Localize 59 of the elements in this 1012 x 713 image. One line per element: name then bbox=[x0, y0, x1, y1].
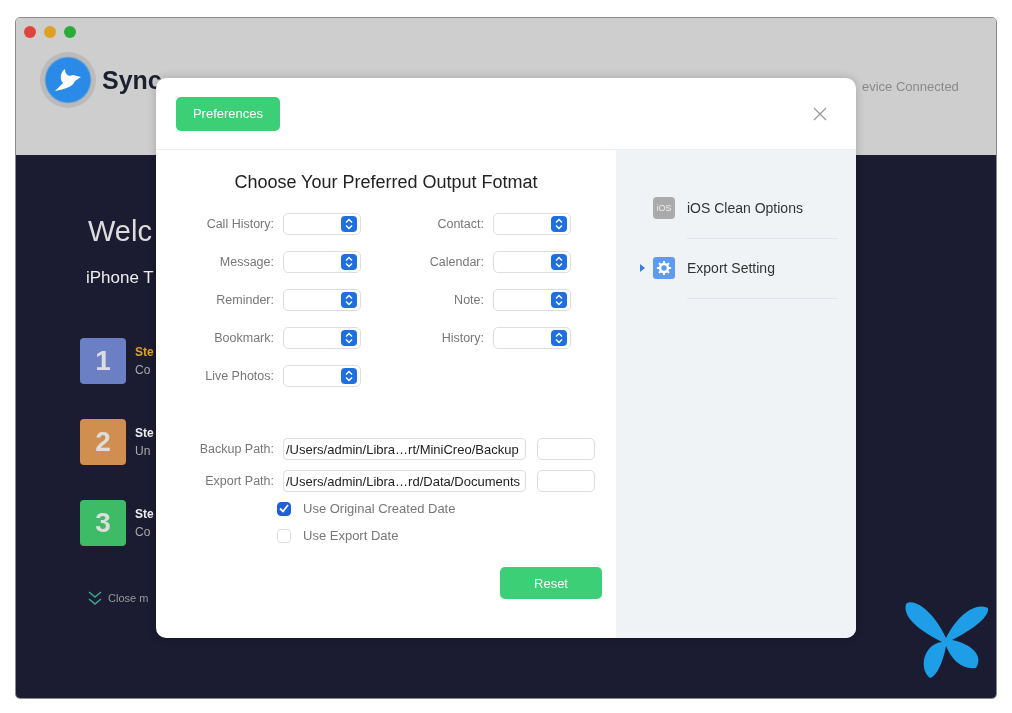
step-number: 1 bbox=[80, 338, 126, 384]
stepper-icon bbox=[341, 330, 357, 346]
format-dropdown[interactable] bbox=[283, 289, 361, 311]
sidebar-item[interactable]: iOS iOS Clean Options bbox=[653, 178, 838, 238]
browse-field[interactable] bbox=[537, 438, 595, 460]
format-label: Contact: bbox=[436, 217, 485, 231]
format-label: Note: bbox=[453, 293, 485, 307]
welcome-title: Welc bbox=[88, 215, 152, 248]
step-title: Ste bbox=[135, 426, 154, 440]
option-label: Use Export Date bbox=[303, 528, 399, 543]
stepper-icon bbox=[341, 292, 357, 308]
step-description: Co bbox=[135, 525, 151, 539]
close-window-icon[interactable] bbox=[24, 26, 36, 38]
format-label: Message: bbox=[218, 255, 275, 269]
stepper-icon bbox=[551, 292, 567, 308]
close-icon[interactable] bbox=[812, 105, 828, 122]
format-label: Bookmark: bbox=[213, 331, 275, 345]
subtitle: iPhone T bbox=[86, 268, 154, 288]
format-dropdown[interactable] bbox=[283, 365, 361, 387]
step-description: Co bbox=[135, 363, 151, 377]
format-label: Call History: bbox=[205, 217, 275, 231]
app-name: Sync bbox=[102, 65, 162, 95]
gear-icon bbox=[653, 257, 675, 279]
step-description: Un bbox=[135, 444, 151, 458]
format-label: Live Photos: bbox=[204, 369, 275, 383]
format-dropdown[interactable] bbox=[283, 327, 361, 349]
step-number: 3 bbox=[80, 500, 126, 546]
double-chevron-icon bbox=[88, 590, 102, 606]
format-dropdown[interactable] bbox=[283, 213, 361, 235]
stepper-icon bbox=[551, 330, 567, 346]
stepper-icon bbox=[341, 254, 357, 270]
step-title: Ste bbox=[135, 345, 154, 359]
section-heading: Choose Your Preferred Output Fotmat bbox=[233, 172, 539, 193]
format-dropdown[interactable] bbox=[493, 251, 571, 273]
checkbox[interactable] bbox=[277, 501, 291, 516]
format-dropdown[interactable] bbox=[493, 213, 571, 235]
path-field[interactable]: /Users/admin/Libra…rd/Data/Documents bbox=[283, 470, 526, 492]
stepper-icon bbox=[551, 216, 567, 232]
path-field[interactable]: /Users/admin/Libra…rt/MiniCreo/Backup bbox=[283, 438, 526, 460]
format-dropdown[interactable] bbox=[493, 289, 571, 311]
step-title: Ste bbox=[135, 507, 154, 521]
device-status: evice Connected bbox=[862, 79, 959, 94]
format-dropdown[interactable] bbox=[493, 327, 571, 349]
bird-logo-icon bbox=[40, 52, 96, 108]
sidebar-item[interactable]: Export Setting bbox=[653, 238, 838, 298]
browse-field[interactable] bbox=[537, 470, 595, 492]
close-hint: Close m bbox=[108, 592, 149, 604]
path-label: Export Path: bbox=[204, 474, 275, 488]
format-dropdown[interactable] bbox=[283, 251, 361, 273]
option-label: Use Original Created Date bbox=[303, 501, 456, 516]
stepper-icon bbox=[341, 368, 357, 384]
format-label: Calendar: bbox=[428, 255, 485, 269]
format-label: History: bbox=[440, 331, 485, 345]
stepper-icon bbox=[341, 216, 357, 232]
ios-icon: iOS bbox=[653, 197, 675, 219]
format-label: Reminder: bbox=[215, 293, 275, 307]
stepper-icon bbox=[551, 254, 567, 270]
path-label: Backup Path: bbox=[198, 442, 275, 456]
step-number: 2 bbox=[80, 419, 126, 465]
